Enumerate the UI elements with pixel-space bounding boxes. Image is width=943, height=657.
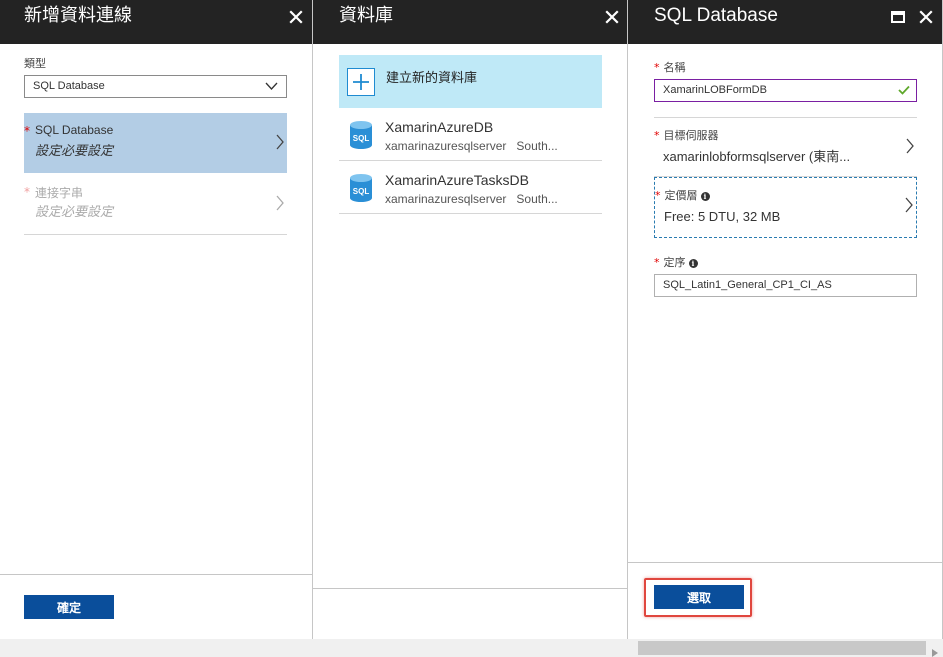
scroll-right-icon[interactable] xyxy=(931,643,939,657)
target-server-label: * 目標伺服器 xyxy=(654,129,719,142)
target-server-value: xamarinlobformsqlserver (東南... xyxy=(663,149,851,164)
name-label: * 名稱 xyxy=(654,61,686,74)
nav-item-label: SQL Database xyxy=(35,123,114,137)
required-mark: * xyxy=(24,124,30,138)
name-input-value: XamarinLOBFormDB xyxy=(663,84,767,96)
required-mark: * xyxy=(655,189,661,202)
add-data-connection-blade: 新增資料連線 類型 SQL Database * SQL Database 設定… xyxy=(0,0,313,639)
create-new-database-button[interactable]: 建立新的資料庫 xyxy=(339,55,602,108)
horizontal-scrollbar[interactable] xyxy=(0,639,943,657)
nav-item-status: 設定必要設定 xyxy=(35,205,114,220)
blade-header: 資料庫 xyxy=(313,0,627,44)
database-region: South... xyxy=(516,192,558,206)
blade-header: SQL Database xyxy=(628,0,942,44)
pricing-tier-value: Free: 5 DTU, 32 MB xyxy=(664,209,781,224)
database-server: xamarinazuresqlserver xyxy=(385,192,507,206)
chevron-right-icon xyxy=(905,137,915,159)
type-dropdown-value: SQL Database xyxy=(33,80,105,92)
database-list-item[interactable]: SQL XamarinAzureDB xamarinazuresqlserver… xyxy=(339,108,602,161)
sql-database-icon: SQL xyxy=(349,173,373,207)
info-icon[interactable]: i xyxy=(688,259,698,268)
footer-divider xyxy=(313,588,627,589)
blade-title: SQL Database xyxy=(654,5,778,26)
nav-item-sql-database[interactable]: * SQL Database 設定必要設定 xyxy=(24,113,287,173)
database-region: South... xyxy=(516,139,558,153)
blade-title: 資料庫 xyxy=(339,5,393,26)
database-blade: 資料庫 建立新的資料庫 SQL XamarinAzureDB xamarinaz… xyxy=(313,0,628,639)
chevron-right-icon xyxy=(904,196,914,218)
blade-header: 新增資料連線 xyxy=(0,0,312,44)
chevron-right-icon xyxy=(275,194,285,216)
confirm-button[interactable]: 確定 xyxy=(24,595,114,619)
database-name: XamarinAzureDB xyxy=(385,119,494,135)
required-mark: * xyxy=(654,61,660,74)
svg-text:SQL: SQL xyxy=(353,187,370,196)
type-label: 類型 xyxy=(24,57,46,70)
checkmark-icon xyxy=(898,85,910,98)
database-server: xamarinazuresqlserver xyxy=(385,139,507,153)
maximize-icon[interactable] xyxy=(889,8,907,26)
database-details: xamarinazuresqlserver South... xyxy=(385,139,558,153)
plus-icon xyxy=(347,68,375,96)
pricing-tier-field[interactable]: * 定價層 i Free: 5 DTU, 32 MB xyxy=(654,177,917,238)
collation-input[interactable]: SQL_Latin1_General_CP1_CI_AS xyxy=(654,274,917,297)
pricing-tier-label: * 定價層 i xyxy=(655,187,710,203)
database-list-item[interactable]: SQL XamarinAzureTasksDB xamarinazuresqls… xyxy=(339,161,602,214)
close-icon[interactable] xyxy=(603,8,621,26)
type-dropdown[interactable]: SQL Database xyxy=(24,75,287,98)
target-server-field[interactable]: * 目標伺服器 xamarinlobformsqlserver (東南... xyxy=(654,117,917,177)
chevron-right-icon xyxy=(275,133,285,155)
collation-input-value: SQL_Latin1_General_CP1_CI_AS xyxy=(663,279,832,291)
sql-database-blade: SQL Database * 名稱 XamarinLOBFormDB * 目標伺服器… xyxy=(628,0,943,639)
required-mark: * xyxy=(654,256,660,269)
scrollbar-thumb[interactable] xyxy=(638,641,926,655)
sql-database-icon: SQL xyxy=(349,120,373,154)
nav-item-status: 設定必要設定 xyxy=(35,144,114,159)
required-mark: * xyxy=(654,129,660,142)
select-button[interactable]: 選取 xyxy=(654,585,744,609)
info-icon[interactable]: i xyxy=(700,192,710,201)
footer-divider xyxy=(0,574,312,575)
required-mark: * xyxy=(24,185,30,199)
chevron-down-icon xyxy=(265,81,278,94)
collation-label: * 定序 i xyxy=(654,254,698,270)
database-name: XamarinAzureTasksDB xyxy=(385,172,529,188)
svg-text:SQL: SQL xyxy=(353,134,370,143)
footer-divider xyxy=(628,562,942,563)
close-icon[interactable] xyxy=(917,8,935,26)
close-icon[interactable] xyxy=(287,8,305,26)
database-details: xamarinazuresqlserver South... xyxy=(385,192,558,206)
create-new-database-label: 建立新的資料庫 xyxy=(386,71,478,86)
blade-title: 新增資料連線 xyxy=(24,5,132,26)
nav-item-label: 連接字串 xyxy=(35,186,84,200)
divider xyxy=(24,234,287,235)
name-input[interactable]: XamarinLOBFormDB xyxy=(654,79,917,102)
nav-item-connection-string[interactable]: * 連接字串 設定必要設定 xyxy=(24,174,287,234)
